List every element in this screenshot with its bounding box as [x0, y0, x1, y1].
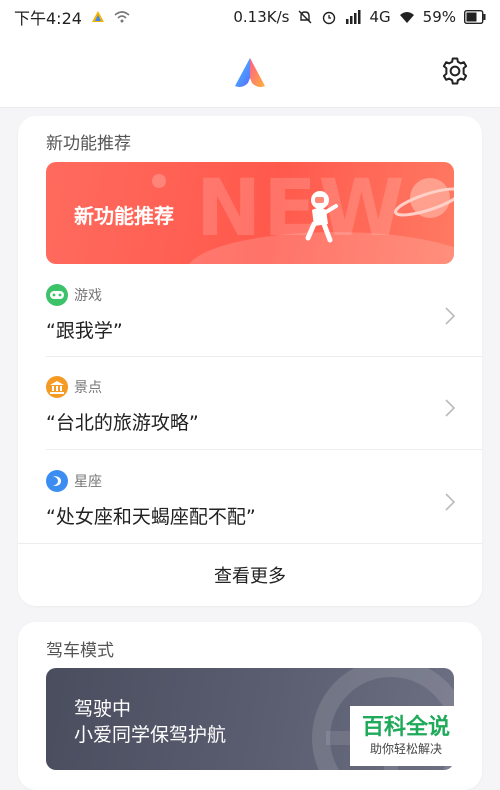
- wifi-icon: [399, 12, 414, 23]
- divider: [46, 449, 482, 450]
- chevron-right-icon: [445, 307, 456, 325]
- gear-icon[interactable]: [440, 56, 470, 86]
- app-notification-icon: [91, 11, 104, 22]
- driving-mode-title: 驾车模式: [46, 641, 114, 661]
- suggestion-category-label: 星座: [74, 474, 102, 490]
- status-bar: 下午4:24 0.13K/s 4G 59%: [0, 0, 500, 34]
- alarm-icon: [323, 11, 336, 25]
- network-speed: 0.13K/s: [233, 8, 290, 26]
- wifi-small-icon: [114, 11, 130, 23]
- suggestion-category-label: 景点: [74, 380, 102, 396]
- suggestion-constellation[interactable]: 星座 “处女座和天蝎座配不配”: [18, 462, 482, 554]
- chevron-right-icon: [445, 399, 456, 417]
- gamepad-icon: [46, 284, 68, 306]
- mute-bell-icon: [298, 10, 312, 24]
- watermark-sub: 助你轻松解决: [369, 742, 442, 756]
- xiaoai-logo-icon: [235, 58, 265, 87]
- banner-label: 新功能推荐: [74, 204, 174, 228]
- suggestion-query: “跟我学”: [46, 320, 123, 342]
- driving-status: 驾驶中: [74, 698, 132, 720]
- chevron-right-icon: [445, 493, 456, 511]
- decor-dot: [152, 174, 166, 188]
- suggestion-category: 游戏: [46, 284, 102, 306]
- signal-icon: [346, 10, 361, 24]
- suggestion-query: “台北的旅游攻略”: [46, 412, 199, 434]
- landmark-icon: [46, 376, 68, 398]
- suggestion-landmark[interactable]: 景点 “台北的旅游攻略”: [18, 368, 482, 460]
- status-time: 下午4:24: [14, 9, 82, 28]
- watermark-logo: 百科全说 助你轻松解决: [350, 706, 462, 766]
- suggestion-game[interactable]: 游戏 “跟我学”: [18, 276, 482, 368]
- watermark-main: 百科全说: [361, 715, 450, 740]
- app-header: [0, 34, 500, 108]
- suggestion-category: 星座: [46, 470, 102, 492]
- driving-subtitle: 小爱同学保驾护航: [74, 724, 227, 746]
- new-features-banner[interactable]: NEW 新功能推荐: [46, 162, 454, 264]
- suggestion-category: 景点: [46, 376, 102, 398]
- battery-icon: [464, 10, 486, 24]
- see-more-button[interactable]: 查看更多: [18, 544, 482, 606]
- suggestion-category-label: 游戏: [74, 288, 102, 304]
- new-features-card: 新功能推荐 NEW 新功能推荐 游戏 “跟我学” 景点 “台北的旅游攻略” 星座…: [18, 116, 482, 606]
- astronaut-icon: [305, 191, 338, 243]
- divider: [46, 356, 482, 357]
- network-type: 4G: [369, 8, 391, 26]
- constellation-icon: [46, 470, 68, 492]
- new-features-title: 新功能推荐: [46, 134, 131, 154]
- planet-icon: [394, 178, 454, 218]
- battery-percent: 59%: [422, 8, 456, 26]
- suggestion-query: “处女座和天蝎座配不配”: [46, 506, 256, 528]
